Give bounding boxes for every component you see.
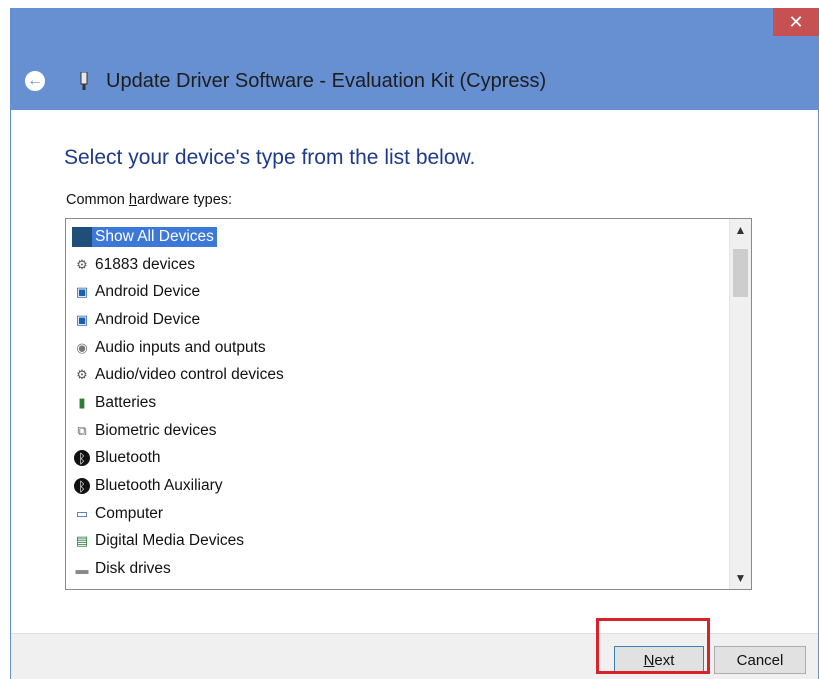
list-item[interactable]: ⚙ Audio/video control devices bbox=[66, 361, 716, 389]
bluetooth-icon: ᛒ bbox=[74, 478, 90, 495]
list-item-label: 61883 devices bbox=[95, 255, 195, 273]
list-item[interactable]: ⚙ 61883 devices bbox=[66, 251, 716, 279]
hardware-types-list[interactable]: Show All Devices ⚙ 61883 devices ▣ Android D… bbox=[65, 218, 752, 590]
dialog-window: ✕ ← Update Driver Software - Evaluation … bbox=[10, 8, 819, 679]
window-title: Update Driver Software - Evaluation Kit … bbox=[106, 70, 547, 92]
list-item-label: Computer bbox=[95, 504, 164, 522]
list-item-label: Bluetooth Auxiliary bbox=[95, 477, 223, 495]
list-item[interactable]: ᛒ Bluetooth bbox=[66, 445, 716, 473]
list-item[interactable]: ▣ Android Device bbox=[66, 306, 716, 334]
list-item[interactable]: ▮ Batteries bbox=[66, 389, 716, 417]
disk-drive-icon: ▬ bbox=[75, 561, 89, 577]
close-icon: ✕ bbox=[788, 11, 804, 32]
cancel-button[interactable]: Cancel bbox=[714, 646, 806, 674]
bluetooth-icon: ᛒ bbox=[74, 450, 90, 467]
list-item[interactable]: ▬ Disk drives bbox=[66, 555, 716, 583]
content-area: Select your device's type from the list … bbox=[11, 110, 818, 633]
list-item[interactable]: ▣ Android Device bbox=[66, 278, 716, 306]
page-heading: Select your device's type from the list … bbox=[64, 146, 476, 169]
list-item-label: Bluetooth bbox=[95, 449, 161, 467]
list-item[interactable]: ▭ Computer bbox=[66, 500, 716, 528]
list-item-label: Biometric devices bbox=[95, 421, 217, 439]
speaker-icon: ◉ bbox=[76, 339, 88, 355]
vertical-scrollbar[interactable]: ▲ ▼ bbox=[729, 219, 751, 589]
list-item[interactable]: ᛒ Bluetooth Auxiliary bbox=[66, 472, 716, 500]
scroll-thumb[interactable] bbox=[733, 249, 748, 297]
scroll-up-icon[interactable]: ▲ bbox=[730, 219, 751, 241]
android-device-icon: ▣ bbox=[75, 284, 89, 300]
list-item-label: Audio inputs and outputs bbox=[95, 338, 266, 356]
list-item[interactable]: ◉ Audio inputs and outputs bbox=[66, 334, 716, 362]
back-arrow-icon: ← bbox=[27, 72, 43, 89]
list-label-prefix: Common bbox=[66, 192, 129, 208]
back-button[interactable]: ← bbox=[25, 71, 45, 91]
android-device-icon: ▣ bbox=[75, 311, 89, 327]
battery-icon: ▮ bbox=[78, 394, 86, 410]
list-item-label: Disk drives bbox=[95, 560, 171, 578]
list-item-label: Audio/video control devices bbox=[95, 366, 284, 384]
list-item-label: Show All Devices bbox=[92, 226, 217, 247]
list-label-accesskey: h bbox=[128, 192, 137, 208]
list-item[interactable]: ▤ Digital Media Devices bbox=[66, 528, 716, 556]
scroll-down-icon[interactable]: ▼ bbox=[730, 567, 751, 589]
list-label-suffix: ardware types: bbox=[136, 192, 233, 208]
all-devices-icon bbox=[72, 226, 92, 247]
close-button[interactable]: ✕ bbox=[773, 8, 819, 36]
list-item[interactable]: ⧉ Biometric devices bbox=[66, 417, 716, 445]
biometric-icon: ⧉ bbox=[77, 422, 87, 438]
title-bar: ← Update Driver Software - Evaluation Ki… bbox=[10, 64, 819, 100]
list-item-label: Digital Media Devices bbox=[95, 532, 245, 550]
computer-icon: ▭ bbox=[75, 505, 89, 521]
list-items-container: Show All Devices ⚙ 61883 devices ▣ Android D… bbox=[66, 223, 716, 583]
plug-icon: ⚙ bbox=[76, 367, 88, 383]
list-item-label: Android Device bbox=[95, 310, 201, 328]
list-item-label: Android Device bbox=[95, 283, 201, 301]
list-label: Common hardware types: bbox=[66, 192, 232, 208]
list-item-label: Batteries bbox=[95, 393, 157, 411]
plug-icon: ⚙ bbox=[76, 256, 88, 272]
media-device-icon: ▤ bbox=[75, 533, 89, 549]
list-item[interactable]: Show All Devices bbox=[66, 223, 716, 251]
usb-device-icon bbox=[80, 72, 88, 90]
next-highlight-box bbox=[596, 618, 710, 674]
